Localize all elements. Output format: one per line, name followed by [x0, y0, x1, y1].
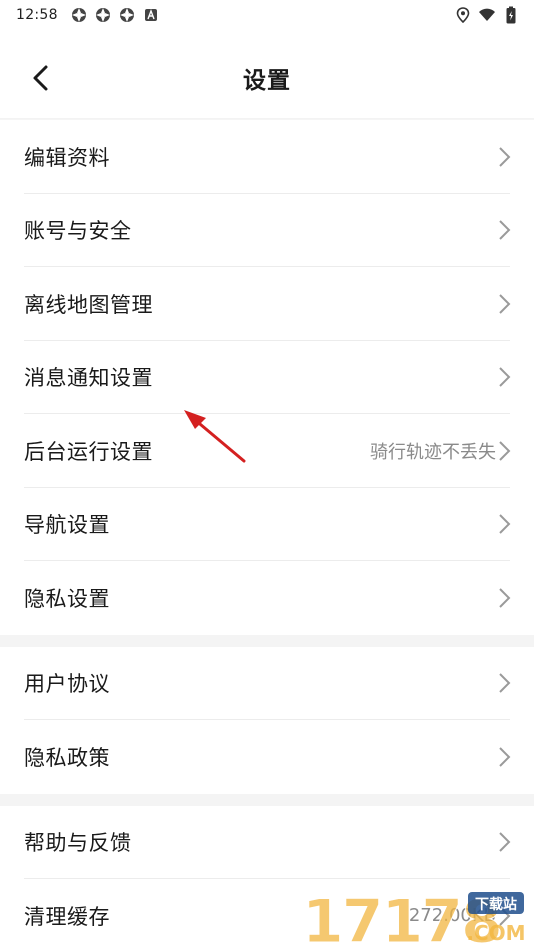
app-header: 设置	[0, 36, 534, 120]
settings-item-label: 隐私设置	[24, 586, 110, 611]
chevron-right-icon	[499, 588, 511, 608]
settings-item-label: 导航设置	[24, 513, 110, 538]
chevron-right-icon	[499, 673, 511, 693]
settings-group-main: 编辑资料 账号与安全 离线地图管理 消息通知设置 后台运行设置 骑行轨迹不丢失 …	[0, 120, 534, 635]
back-button[interactable]	[22, 60, 58, 96]
settings-item-offline-maps[interactable]: 离线地图管理	[0, 267, 534, 341]
chevron-right-icon	[499, 747, 511, 767]
settings-item-label: 清理缓存	[24, 904, 110, 929]
settings-item-notifications[interactable]: 消息通知设置	[0, 341, 534, 414]
watermark-tag: 下载站	[475, 896, 517, 913]
settings-item-account-security[interactable]: 账号与安全	[0, 194, 534, 267]
status-bar: 12:58	[0, 0, 534, 30]
settings-item-label: 离线地图管理	[24, 292, 153, 317]
chevron-right-icon	[499, 832, 511, 852]
settings-item-privacy-policy[interactable]: 隐私政策	[0, 720, 534, 794]
app-icon	[142, 6, 160, 24]
site-watermark: 17178 下载站 .COM	[302, 888, 526, 948]
settings-item-label: 用户协议	[24, 672, 110, 697]
settings-item-value: 骑行轨迹不丢失	[370, 441, 496, 463]
settings-item-label: 消息通知设置	[24, 366, 153, 391]
settings-item-label: 隐私政策	[24, 745, 110, 770]
chevron-right-icon	[499, 220, 511, 240]
wifi-icon	[478, 6, 496, 24]
group-separator	[0, 634, 534, 647]
settings-item-navigation[interactable]: 导航设置	[0, 488, 534, 561]
settings-item-background-run[interactable]: 后台运行设置 骑行轨迹不丢失	[0, 414, 534, 488]
group-separator	[0, 793, 534, 806]
settings-item-label: 编辑资料	[24, 145, 110, 170]
settings-item-edit-profile[interactable]: 编辑资料	[0, 120, 534, 194]
chevron-left-icon	[33, 65, 48, 91]
watermark-domain: .COM	[466, 921, 525, 945]
chevron-right-icon	[499, 514, 511, 534]
chevron-right-icon	[499, 367, 511, 387]
chevron-right-icon	[499, 441, 511, 461]
settings-item-label: 帮助与反馈	[24, 831, 132, 856]
chevron-right-icon	[499, 147, 511, 167]
settings-item-help-feedback[interactable]: 帮助与反馈	[0, 806, 534, 879]
annotation-arrow-icon	[184, 410, 246, 463]
notification-icon	[118, 6, 136, 24]
settings-group-legal: 用户协议 隐私政策	[0, 646, 534, 794]
settings-item-label: 后台运行设置	[24, 439, 153, 464]
status-time: 12:58	[16, 7, 58, 23]
notification-icon	[94, 6, 112, 24]
settings-item-label: 账号与安全	[24, 219, 132, 244]
battery-icon	[502, 6, 520, 24]
settings-list: 编辑资料 账号与安全 离线地图管理 消息通知设置 后台运行设置 骑行轨迹不丢失 …	[0, 120, 534, 950]
page-title: 设置	[243, 68, 291, 94]
settings-item-user-agreement[interactable]: 用户协议	[0, 647, 534, 720]
notification-icon	[70, 6, 88, 24]
chevron-right-icon	[499, 294, 511, 314]
location-icon	[454, 6, 472, 24]
settings-item-privacy-settings[interactable]: 隐私设置	[0, 561, 534, 635]
